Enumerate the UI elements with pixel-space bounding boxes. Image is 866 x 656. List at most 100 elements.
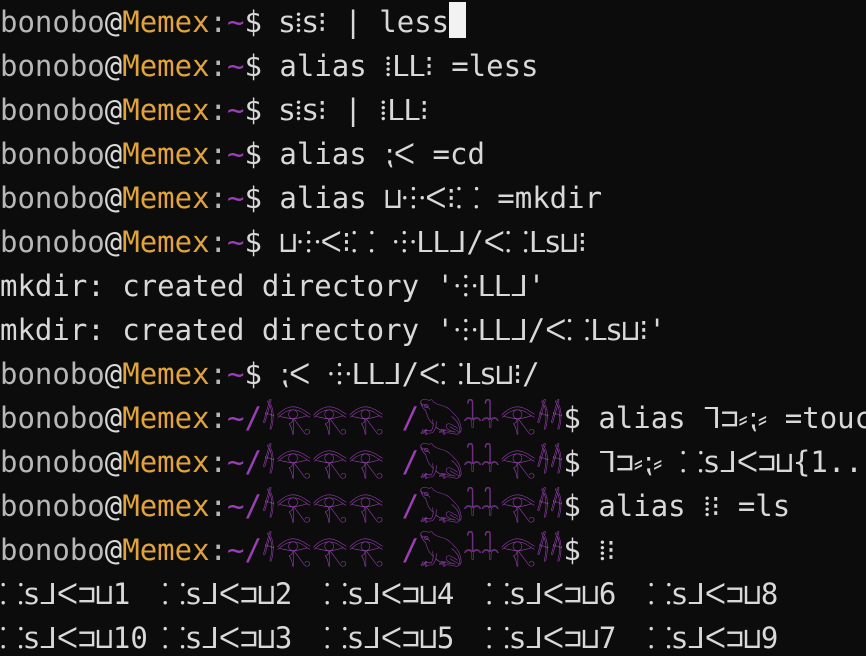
command-text: ꜱ⁞ꜱ⁝ | less (279, 5, 450, 39)
prompt-colon: : (209, 533, 228, 567)
command-text: alias ⁞⁝ =ls (598, 489, 791, 523)
prompt-line: bonobo@Memex:~/𓌺𓂀𓂀𓂀 /𓆏𓇒𓂀𓌺𓌺$ alias ᒣ⊐⸗⁏⸗ … (0, 396, 866, 440)
prompt-dollar: $ (244, 137, 280, 171)
prompt-colon: : (209, 137, 228, 171)
command-text: ⊔⸭ᐸ⁝⸬ ⸭ᒪᒪᒧ/ᐸ⸬ᒪꜱ⊔⁝ (279, 225, 587, 259)
prompt-at: @ (104, 401, 123, 435)
ls-file-entry: ⸬ꜱᒧᐸ⊐⊔7 (486, 621, 617, 655)
prompt-host: Memex (122, 445, 210, 479)
prompt-host: Memex (122, 489, 210, 523)
prompt-line: bonobo@Memex:~$ alias ⊔⸭ᐸ⁝⸬ =mkdir (0, 176, 866, 220)
prompt-colon: : (209, 5, 228, 39)
command-text: alias ⊔⸭ᐸ⁝⸬ =mkdir (279, 181, 603, 215)
prompt-dollar: $ (563, 445, 599, 479)
prompt-host: Memex (122, 225, 210, 259)
prompt-path: ~ (227, 357, 245, 391)
prompt-host: Memex (122, 5, 210, 39)
prompt-path: ~ (227, 93, 245, 127)
prompt-dollar: $ (244, 49, 280, 83)
prompt-user: bonobo (0, 357, 105, 391)
prompt-line: bonobo@Memex:~$ ⁏ᐸ ⸭ᒪᒪᒧ/ᐸ⸬ᒪꜱ⊔⁝/ (0, 352, 866, 396)
prompt-dollar: $ (244, 5, 280, 39)
command-text: alias ⁏ᐸ =cd (279, 137, 485, 171)
prompt-host: Memex (122, 49, 210, 83)
prompt-user: bonobo (0, 225, 105, 259)
prompt-line: bonobo@Memex:~$ alias ⁏ᐸ =cd (0, 132, 866, 176)
prompt-host: Memex (122, 533, 210, 567)
prompt-user: bonobo (0, 93, 105, 127)
prompt-user: bonobo (0, 181, 105, 215)
command-text: ꜱ⁞ꜱ⁝ | ⁞ᒪᒪ⁝ (279, 93, 429, 127)
prompt-path: ~ (227, 5, 245, 39)
ls-file-entry: ⸬ꜱᒧᐸ⊐⊔2 (162, 577, 293, 611)
output-line: mkdir: created directory '⸭ᒪᒪᒧ/ᐸ⸬ᒪꜱ⊔⁝' (0, 308, 866, 352)
ls-output-row: ⸬ꜱᒧᐸ⊐⊔10 ⸬ꜱᒧᐸ⊐⊔3 ⸬ꜱᒧᐸ⊐⊔5 ⸬ꜱᒧᐸ⊐⊔7 ⸬ꜱᒧᐸ⊐⊔9 (0, 616, 866, 656)
prompt-host: Memex (122, 93, 210, 127)
output-line: mkdir: created directory '⸭ᒪᒪᒧ' (0, 264, 866, 308)
prompt-dollar: $ (563, 533, 599, 567)
prompt-at: @ (104, 533, 123, 567)
ls-output-row: ⸬ꜱᒧᐸ⊐⊔1 ⸬ꜱᒧᐸ⊐⊔2 ⸬ꜱᒧᐸ⊐⊔4 ⸬ꜱᒧᐸ⊐⊔6 ⸬ꜱᒧᐸ⊐⊔8 (0, 572, 866, 616)
prompt-dollar: $ (563, 489, 599, 523)
ls-file-entry: ⸬ꜱᒧᐸ⊐⊔8 (648, 577, 779, 611)
ls-file-entry: ⸬ꜱᒧᐸ⊐⊔10 (0, 621, 148, 655)
prompt-at: @ (104, 357, 123, 391)
prompt-user: bonobo (0, 489, 105, 523)
prompt-at: @ (104, 181, 123, 215)
prompt-colon: : (209, 93, 228, 127)
ls-file-entry: ⸬ꜱᒧᐸ⊐⊔9 (648, 621, 779, 655)
prompt-colon: : (209, 49, 228, 83)
output-text: mkdir: created directory '⸭ᒪᒪᒧ/ᐸ⸬ᒪꜱ⊔⁝' (0, 313, 666, 347)
prompt-colon: : (209, 489, 228, 523)
prompt-user: bonobo (0, 5, 105, 39)
prompt-at: @ (104, 489, 123, 523)
prompt-colon: : (209, 445, 228, 479)
prompt-at: @ (104, 5, 123, 39)
prompt-dollar: $ (244, 357, 280, 391)
prompt-path: ~/𓌺𓂀𓂀𓂀 /𓆏𓇒𓂀𓌺𓌺 (227, 401, 564, 435)
command-text: alias ⁞ᒪᒪ⁝ =less (279, 49, 539, 83)
text-cursor (449, 2, 467, 38)
prompt-host: Memex (122, 181, 210, 215)
output-text: mkdir: created directory '⸭ᒪᒪᒧ' (0, 269, 546, 303)
prompt-user: bonobo (0, 137, 105, 171)
prompt-colon: : (209, 401, 228, 435)
prompt-line: bonobo@Memex:~$ ꜱ⁞ꜱ⁝ | ⁞ᒪᒪ⁝ (0, 88, 866, 132)
prompt-dollar: $ (244, 225, 280, 259)
ls-file-entry: ⸬ꜱᒧᐸ⊐⊔4 (324, 577, 455, 611)
prompt-host: Memex (122, 401, 210, 435)
command-text: ⁏ᐸ ⸭ᒪᒪᒧ/ᐸ⸬ᒪꜱ⊔⁝/ (279, 357, 540, 391)
prompt-host: Memex (122, 137, 210, 171)
prompt-host: Memex (122, 357, 210, 391)
ls-file-entry: ⸬ꜱᒧᐸ⊐⊔6 (486, 577, 617, 611)
prompt-path: ~ (227, 49, 245, 83)
prompt-user: bonobo (0, 445, 105, 479)
prompt-colon: : (209, 357, 228, 391)
ls-file-entry: ⸬ꜱᒧᐸ⊐⊔1 (0, 577, 131, 611)
command-text: ᒣ⊐⸗⁏⸗ ⸬ꜱᒧᐸ⊐⊔{1..10} (598, 445, 866, 479)
prompt-path: ~ (227, 225, 245, 259)
prompt-line: bonobo@Memex:~$ ⊔⸭ᐸ⁝⸬ ⸭ᒪᒪᒧ/ᐸ⸬ᒪꜱ⊔⁝ (0, 220, 866, 264)
prompt-at: @ (104, 137, 123, 171)
command-text: alias ᒣ⊐⸗⁏⸗ =touch (598, 401, 866, 435)
prompt-at: @ (104, 93, 123, 127)
prompt-line: bonobo@Memex:~$ ꜱ⁞ꜱ⁝ | less (0, 0, 866, 44)
prompt-path: ~/𓌺𓂀𓂀𓂀 /𓆏𓇒𓂀𓌺𓌺 (227, 533, 564, 567)
prompt-at: @ (104, 49, 123, 83)
prompt-line: bonobo@Memex:~/𓌺𓂀𓂀𓂀 /𓆏𓇒𓂀𓌺𓌺$ alias ⁞⁝ =ls (0, 484, 866, 528)
prompt-path: ~/𓌺𓂀𓂀𓂀 /𓆏𓇒𓂀𓌺𓌺 (227, 489, 564, 523)
prompt-path: ~/𓌺𓂀𓂀𓂀 /𓆏𓇒𓂀𓌺𓌺 (227, 445, 564, 479)
terminal-window[interactable]: bonobo@Memex:~$ ꜱ⁞ꜱ⁝ | less bonobo@Memex:… (0, 0, 866, 656)
prompt-path: ~ (227, 181, 245, 215)
prompt-colon: : (209, 181, 228, 215)
prompt-dollar: $ (563, 401, 599, 435)
prompt-colon: : (209, 225, 228, 259)
prompt-path: ~ (227, 137, 245, 171)
ls-file-entry: ⸬ꜱᒧᐸ⊐⊔3 (162, 621, 293, 655)
prompt-user: bonobo (0, 401, 105, 435)
prompt-line: bonobo@Memex:~/𓌺𓂀𓂀𓂀 /𓆏𓇒𓂀𓌺𓌺$ ᒣ⊐⸗⁏⸗ ⸬ꜱᒧᐸ⊐⊔… (0, 440, 866, 484)
prompt-at: @ (104, 445, 123, 479)
prompt-line: bonobo@Memex:~/𓌺𓂀𓂀𓂀 /𓆏𓇒𓂀𓌺𓌺$ ⁞⁝ (0, 528, 866, 572)
command-text: ⁞⁝ (598, 533, 616, 567)
prompt-dollar: $ (244, 93, 280, 127)
